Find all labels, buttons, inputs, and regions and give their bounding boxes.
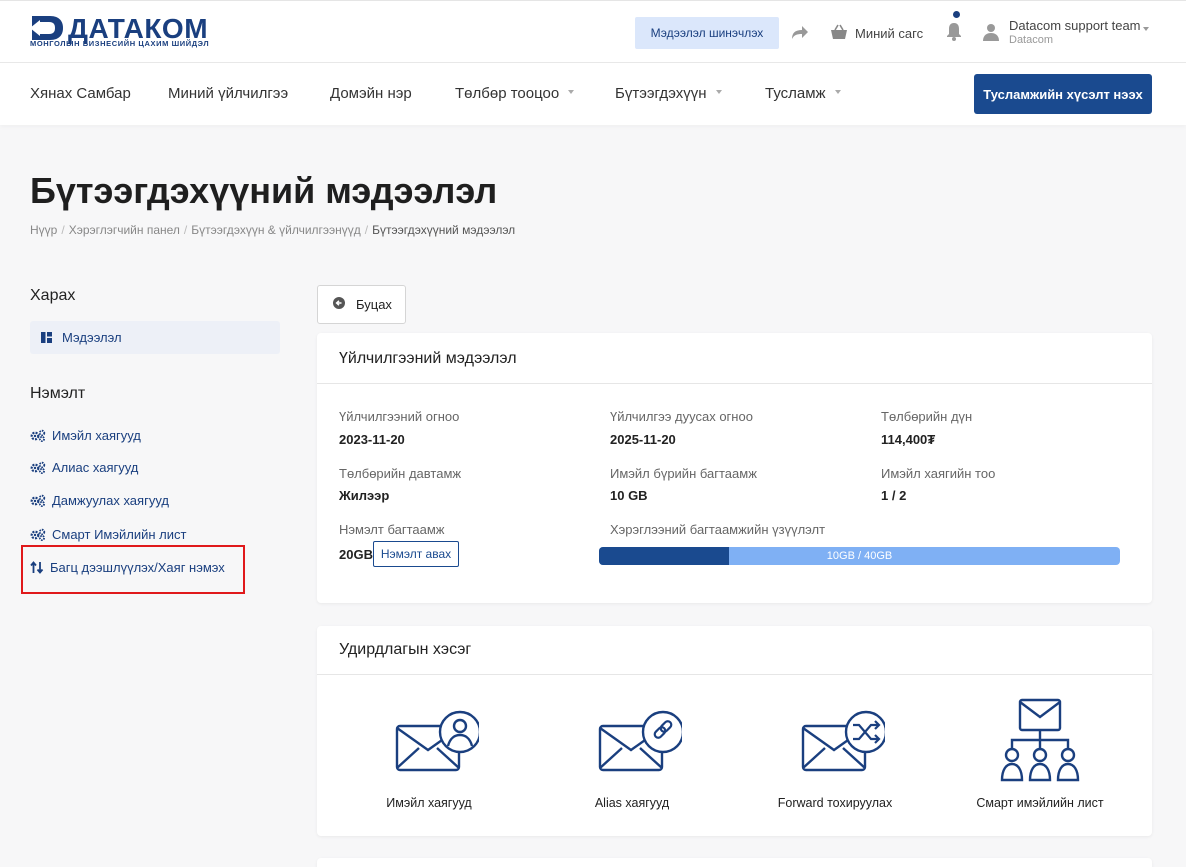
- sidebar-link-forward-addresses[interactable]: Дамжуулах хаягууд: [30, 493, 169, 508]
- top-bar: ДАТАКОМ МОНГОЛЫН БИЗНЕСИЙН ЦАХИМ ШИЙДЭЛ …: [0, 0, 1186, 63]
- breadcrumb-separator: /: [364, 223, 369, 237]
- service-info-card: Үйлчилгээний мэдээлэл Үйлчилгээний огноо…: [317, 333, 1152, 603]
- sidebar-link-label: Алиас хаягууд: [52, 460, 139, 475]
- amount-value: 114,400₮: [881, 432, 936, 447]
- tool-smart-email-list[interactable]: Смарт имэйлийн лист: [940, 698, 1140, 810]
- notification-dot: [953, 11, 960, 18]
- nav-dashboard[interactable]: Хянах Самбар: [30, 85, 131, 102]
- nav-help[interactable]: Тусламж: [765, 85, 841, 102]
- sidebar-link-email-addresses[interactable]: Имэйл хаягууд: [30, 428, 141, 443]
- logo-mark-icon: [30, 16, 63, 40]
- arrow-left-circle-icon: [333, 297, 345, 309]
- breadcrumb-products[interactable]: Бүтээгдэхүүн & үйлчилгээнүүд: [191, 223, 361, 237]
- nav-domains[interactable]: Домэйн нэр: [330, 85, 412, 102]
- nav-label: Төлбөр тооцоо: [455, 85, 560, 102]
- basket-icon[interactable]: [830, 24, 848, 40]
- start-date-label: Үйлчилгээний огноо: [339, 409, 460, 424]
- back-label: Буцах: [356, 297, 392, 312]
- divider: [317, 383, 1152, 384]
- main-nav: Хянах Самбар Миний үйлчилгээ Домэйн нэр …: [0, 63, 1186, 125]
- mailbox-quota-label: Имэйл бүрийн багтаамж: [610, 466, 757, 481]
- tool-label: Alias хаягууд: [594, 796, 670, 810]
- breadcrumb-separator: /: [61, 223, 65, 237]
- nav-label: Тусламж: [765, 85, 826, 102]
- usage-progress-bar: 10GB / 40GB: [599, 547, 1120, 565]
- nav-label: Бүтээгдэхүүн: [615, 85, 707, 102]
- chevron-down-icon: [715, 90, 722, 95]
- sidebar-link-label: Смарт Имэйлийн лист: [52, 527, 187, 542]
- chevron-down-icon: [568, 90, 575, 95]
- breadcrumb-separator: /: [183, 223, 188, 237]
- dashboard-icon: [41, 332, 52, 343]
- breadcrumb-home[interactable]: Нүүр: [30, 223, 57, 237]
- management-card: Удирдлагын хэсэг Имэйл хаягууд Alias хая…: [317, 626, 1152, 836]
- usage-progress-text: 10GB / 40GB: [826, 550, 893, 562]
- billing-cycle-value: Жилээр: [339, 488, 390, 503]
- end-date-value: 2025-11-20: [610, 432, 676, 447]
- back-button[interactable]: Буцах: [317, 285, 406, 324]
- user-org: Datacom: [1009, 34, 1054, 46]
- service-info-heading: Үйлчилгээний мэдээлэл: [339, 350, 517, 367]
- page-title: Бүтээгдэхүүний мэдээлэл: [30, 170, 498, 211]
- nav-label: Домэйн нэр: [330, 85, 412, 102]
- cogs-icon: [30, 461, 46, 474]
- start-date-value: 2023-11-20: [339, 432, 405, 447]
- mail-hierarchy-icon: [1000, 698, 1080, 782]
- tool-label: Имэйл хаягууд: [386, 796, 472, 810]
- tool-label: Смарт имэйлийн лист: [976, 796, 1104, 810]
- open-support-ticket-button[interactable]: Тусламжийн хүсэлт нээх: [974, 74, 1152, 114]
- nav-my-services[interactable]: Миний үйлчилгээ: [168, 85, 288, 102]
- management-heading: Удирдлагын хэсэг: [339, 641, 472, 658]
- user-icon[interactable]: [983, 23, 999, 41]
- share-icon[interactable]: [791, 25, 809, 41]
- sidebar-link-smart-email-list[interactable]: Смарт Имэйлийн лист: [30, 527, 186, 542]
- breadcrumb: Нүүр / Хэрэглэгчийн панел / Бүтээгдэхүүн & ү…: [30, 223, 515, 237]
- cogs-icon: [30, 429, 46, 442]
- sidebar-item-info[interactable]: Мэдээлэл: [30, 321, 280, 354]
- cogs-icon: [30, 494, 46, 507]
- amount-label: Төлбөрийн дүн: [881, 409, 973, 424]
- buy-extra-storage-button[interactable]: Нэмэлт авах: [373, 541, 459, 567]
- email-count-label: Имэйл хаягийн тоо: [881, 466, 996, 481]
- divider: [317, 674, 1152, 675]
- tool-label: Forward тохируулах: [777, 796, 893, 810]
- cogs-icon: [30, 528, 46, 541]
- extra-storage-label: Нэмэлт багтаамж: [339, 522, 445, 537]
- breadcrumb-current: Бүтээгдэхүүний мэдээлэл: [372, 223, 516, 237]
- mail-link-icon: [598, 710, 682, 772]
- chevron-down-icon[interactable]: [1143, 27, 1149, 31]
- highlight-box: [21, 545, 245, 594]
- breadcrumb-client-panel[interactable]: Хэрэглэгчийн панел: [69, 223, 180, 237]
- logo-tagline: МОНГОЛЫН БИЗНЕСИЙН ЦАХИМ ШИЙДЭЛ: [30, 39, 210, 48]
- billing-cycle-label: Төлбөрийн давтамж: [339, 466, 462, 481]
- email-count-value: 1 / 2: [881, 488, 907, 503]
- extra-storage-value: 20GB: [339, 547, 373, 562]
- nav-label: Миний үйлчилгээ: [168, 85, 289, 102]
- sidebar-link-label: Дамжуулах хаягууд: [52, 493, 169, 508]
- next-card: [317, 858, 1152, 867]
- nav-label: Хянах Самбар: [30, 85, 131, 102]
- my-basket-link[interactable]: Миний сагс: [855, 26, 923, 41]
- refresh-info-button[interactable]: Мэдээлэл шинэчлэх: [635, 17, 779, 49]
- logo[interactable]: ДАТАКОМ МОНГОЛЫН БИЗНЕСИЙН ЦАХИМ ШИЙДЭЛ: [30, 13, 230, 54]
- tool-email-addresses[interactable]: Имэйл хаягууд: [329, 702, 529, 810]
- chevron-down-icon: [834, 90, 841, 95]
- end-date-label: Үйлчилгээ дуусах огноо: [610, 409, 753, 424]
- tool-forward-settings[interactable]: Forward тохируулах: [735, 702, 935, 810]
- mail-forward-icon: [801, 710, 885, 772]
- bell-icon[interactable]: [946, 21, 962, 41]
- nav-products[interactable]: Бүтээгдэхүүн: [615, 85, 722, 102]
- sidebar-link-label: Имэйл хаягууд: [52, 428, 141, 443]
- tool-alias-addresses[interactable]: Alias хаягууд: [532, 702, 732, 810]
- sidebar-item-label: Мэдээлэл: [62, 330, 122, 345]
- sidebar-link-alias-addresses[interactable]: Алиас хаягууд: [30, 460, 138, 475]
- nav-billing[interactable]: Төлбөр тооцоо: [455, 85, 575, 102]
- sidebar-view-heading: Харах: [30, 287, 76, 304]
- usage-label: Хэрэглээний багтаамжийн үзүүлэлт: [610, 522, 826, 537]
- sidebar-extra-heading: Нэмэлт: [30, 385, 86, 402]
- mailbox-quota-value: 10 GB: [610, 488, 648, 503]
- mail-user-icon: [395, 710, 479, 772]
- user-name[interactable]: Datacom support team: [1009, 18, 1141, 33]
